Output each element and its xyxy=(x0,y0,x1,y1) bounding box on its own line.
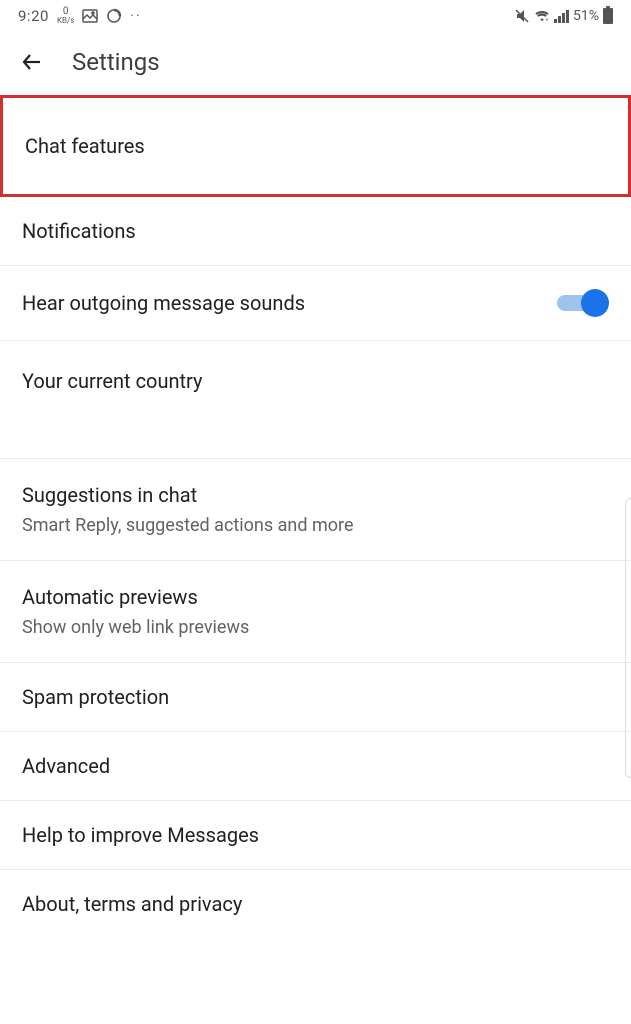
item-label: About, terms and privacy xyxy=(22,892,242,916)
network-speed-indicator: 0 KB/s xyxy=(57,7,74,25)
item-label: Suggestions in chat xyxy=(22,483,354,507)
mute-icon xyxy=(514,8,530,24)
hear-sounds-item[interactable]: Hear outgoing message sounds xyxy=(0,266,631,341)
page-title: Settings xyxy=(72,48,160,76)
back-button[interactable] xyxy=(20,50,44,74)
status-right: + 51% xyxy=(514,8,613,24)
status-bar: 9:20 0 KB/s ·· xyxy=(0,0,631,32)
wifi-icon: + xyxy=(534,8,550,24)
about-terms-privacy-item[interactable]: About, terms and privacy xyxy=(0,870,631,938)
svg-text:+: + xyxy=(546,17,549,23)
item-label: Your current country xyxy=(22,369,202,393)
advanced-item[interactable]: Advanced xyxy=(0,732,631,801)
item-sublabel: Show only web link previews xyxy=(22,617,249,638)
more-indicator: ·· xyxy=(130,8,141,24)
item-label: Hear outgoing message sounds xyxy=(22,291,305,315)
battery-icon xyxy=(603,8,613,24)
section-divider xyxy=(0,435,631,459)
item-label: Notifications xyxy=(22,219,136,243)
notifications-item[interactable]: Notifications xyxy=(0,197,631,266)
help-improve-item[interactable]: Help to improve Messages xyxy=(0,801,631,870)
item-label: Help to improve Messages xyxy=(22,823,259,847)
item-label: Advanced xyxy=(22,754,110,778)
data-saver-icon xyxy=(106,8,122,24)
app-bar: Settings xyxy=(0,32,631,96)
item-label: Spam protection xyxy=(22,685,169,709)
settings-list: Chat features Notifications Hear outgoin… xyxy=(0,96,631,938)
signal-icon xyxy=(554,9,569,23)
automatic-previews-item[interactable]: Automatic previews Show only web link pr… xyxy=(0,561,631,663)
suggestions-item[interactable]: Suggestions in chat Smart Reply, suggest… xyxy=(0,459,631,561)
hear-sounds-toggle[interactable] xyxy=(557,288,609,318)
toggle-thumb xyxy=(581,289,609,317)
spam-protection-item[interactable]: Spam protection xyxy=(0,663,631,732)
item-label: Chat features xyxy=(25,134,145,158)
status-time: 9:20 xyxy=(18,7,49,25)
chat-features-item[interactable]: Chat features xyxy=(0,95,631,197)
item-sublabel: Smart Reply, suggested actions and more xyxy=(22,515,354,536)
item-label: Automatic previews xyxy=(22,585,249,609)
battery-percent: 51% xyxy=(573,8,599,24)
current-country-item[interactable]: Your current country xyxy=(0,341,631,435)
scrollbar-hint xyxy=(625,498,631,778)
status-left: 9:20 0 KB/s ·· xyxy=(18,7,142,25)
image-icon xyxy=(82,8,98,24)
